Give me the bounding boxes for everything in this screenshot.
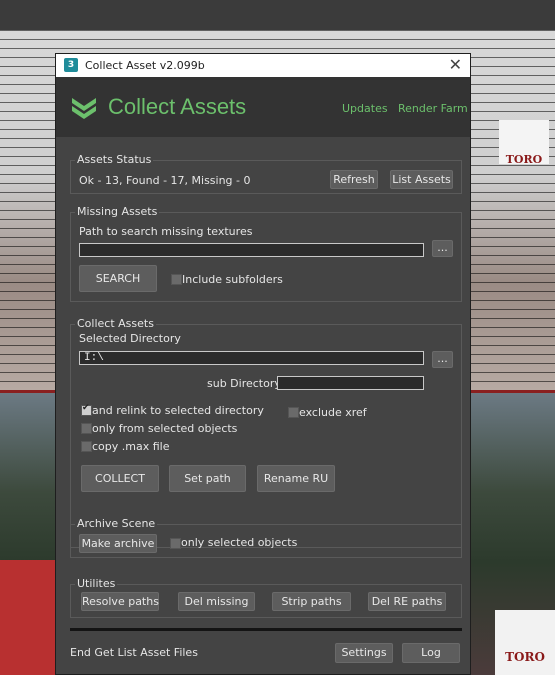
log-button[interactable]: Log (402, 643, 460, 663)
sub-directory-label: sub Directory (207, 377, 281, 390)
collect-assets-label: Collect Assets (75, 317, 156, 330)
resolve-paths-button[interactable]: Resolve paths (81, 592, 159, 611)
relink-checkbox[interactable] (81, 403, 92, 416)
header: Collect Assets Updates Render Farm (56, 77, 470, 137)
del-re-paths-button[interactable]: Del RE paths (368, 592, 446, 611)
viewport-toolbar-strip (0, 0, 555, 30)
missing-path-input[interactable] (79, 243, 424, 257)
path-search-label: Path to search missing textures (79, 225, 253, 238)
set-path-button[interactable]: Set path (169, 465, 246, 492)
assets-status-group: Assets Status Ok - 13, Found - 17, Missi… (70, 153, 462, 194)
selected-directory-input[interactable]: I:\ (79, 351, 424, 365)
sub-directory-input[interactable] (277, 376, 424, 390)
settings-button[interactable]: Settings (335, 643, 393, 663)
progress-bar (70, 628, 462, 631)
copy-max-label: copy .max file (92, 440, 170, 453)
chevron-stack-icon (72, 98, 96, 119)
copy-max-checkbox[interactable] (81, 441, 92, 452)
collect-button[interactable]: COLLECT (81, 465, 159, 492)
utilities-group: Utilites Resolve paths Del missing Strip… (70, 577, 462, 618)
browse-directory-button[interactable]: ... (432, 351, 453, 368)
exclude-xref-label: exclude xref (299, 406, 367, 419)
app-icon: 3 (64, 58, 78, 72)
browse-missing-path-button[interactable]: ... (432, 240, 453, 257)
missing-assets-group: Missing Assets Path to search missing te… (70, 205, 462, 302)
only-selected-objects-checkbox[interactable] (81, 423, 92, 434)
collect-assets-group: Collect Assets Selected Directory I:\ ..… (70, 317, 462, 548)
utilities-label: Utilites (75, 577, 118, 590)
selected-directory-label: Selected Directory (79, 332, 181, 345)
only-selected-objects-label: only from selected objects (92, 422, 238, 435)
collect-asset-dialog: 3 Collect Asset v2.099b ✕ Collect Assets… (55, 53, 471, 675)
archive-only-selected-checkbox[interactable] (170, 538, 181, 549)
viewport-red-facade (0, 560, 55, 675)
render-farm-link[interactable]: Render Farm (398, 102, 468, 115)
missing-assets-label: Missing Assets (75, 205, 160, 218)
assets-status-label: Assets Status (75, 153, 154, 166)
rename-ru-button[interactable]: Rename RU (257, 465, 335, 492)
search-button[interactable]: SEARCH (79, 265, 157, 292)
window-title: Collect Asset v2.099b (85, 59, 205, 72)
list-assets-button[interactable]: List Assets (390, 170, 453, 189)
page-title: Collect Assets (108, 94, 247, 119)
refresh-button[interactable]: Refresh (330, 170, 378, 189)
close-icon[interactable]: ✕ (449, 55, 462, 74)
make-archive-button[interactable]: Make archive (79, 534, 157, 553)
archive-scene-group: Archive Scene Make archive only selected… (70, 517, 462, 558)
viewport-sign: TORO (499, 120, 549, 164)
include-subfolders-label: Include subfolders (182, 273, 283, 286)
viewport-sign-lower: TORO (495, 610, 555, 675)
include-subfolders-checkbox[interactable] (171, 274, 182, 285)
archive-only-selected-label: only selected objects (181, 536, 298, 549)
relink-label: and relink to selected directory (92, 404, 264, 417)
archive-scene-label: Archive Scene (75, 517, 158, 530)
assets-summary: Ok - 13, Found - 17, Missing - 0 (79, 174, 251, 187)
updates-link[interactable]: Updates (342, 102, 388, 115)
strip-paths-button[interactable]: Strip paths (272, 592, 351, 611)
status-text: End Get List Asset Files (70, 646, 198, 659)
title-bar[interactable]: 3 Collect Asset v2.099b ✕ (56, 54, 470, 77)
exclude-xref-checkbox[interactable] (288, 407, 299, 418)
del-missing-button[interactable]: Del missing (178, 592, 255, 611)
